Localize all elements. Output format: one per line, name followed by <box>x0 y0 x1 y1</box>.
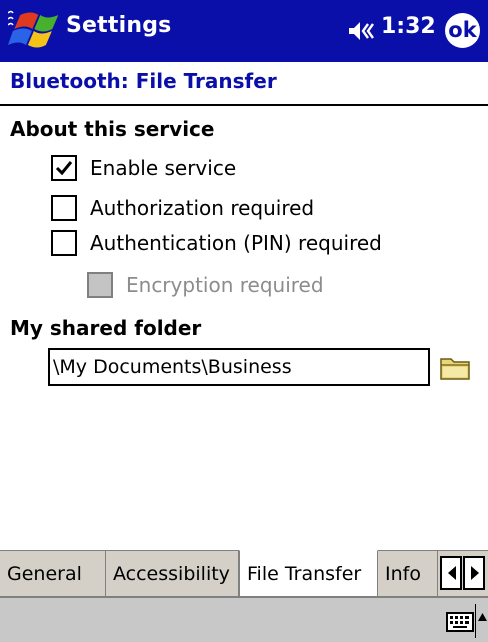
authentication-label[interactable]: Authentication (PIN) required <box>90 230 382 256</box>
clock[interactable]: 1:32 <box>381 14 436 39</box>
scroll-left-icon <box>448 566 456 580</box>
tab-scroll-right-button[interactable] <box>463 556 485 590</box>
tab-file-transfer[interactable]: File Transfer <box>239 550 378 597</box>
speaker-icon[interactable] <box>347 19 375 43</box>
enable-service-checkbox[interactable] <box>51 155 77 181</box>
shared-folder-heading: My shared folder <box>10 316 202 340</box>
input-menu-arrow-icon[interactable] <box>478 613 487 621</box>
encryption-label: Encryption required <box>126 273 324 297</box>
folder-icon[interactable] <box>439 354 473 382</box>
enable-service-label[interactable]: Enable service <box>90 155 236 181</box>
authorization-checkbox[interactable] <box>51 195 77 221</box>
title-bar: Settings 1:32 ok <box>0 0 488 62</box>
tab-scroll-left-button[interactable] <box>440 556 462 590</box>
tab-strip: General Accessibility File Transfer Info <box>0 550 488 597</box>
app-title[interactable]: Settings <box>66 13 171 38</box>
encryption-checkbox <box>87 272 113 298</box>
keyboard-icon[interactable] <box>446 612 474 632</box>
authorization-label[interactable]: Authorization required <box>90 195 314 221</box>
page-title: Bluetooth: File Transfer <box>10 69 277 93</box>
checkmark-icon <box>55 161 73 176</box>
command-bar <box>0 596 488 642</box>
header-divider <box>0 104 488 106</box>
tab-info[interactable]: Info <box>378 551 438 596</box>
tab-general[interactable]: General <box>0 551 106 596</box>
tab-accessibility[interactable]: Accessibility <box>106 551 239 596</box>
about-service-heading: About this service <box>10 117 215 141</box>
input-divider <box>475 604 476 638</box>
scroll-right-icon <box>471 566 479 580</box>
windows-flag-icon[interactable] <box>8 7 58 53</box>
authentication-checkbox[interactable] <box>51 230 77 256</box>
shared-folder-input[interactable] <box>48 348 430 386</box>
ok-button[interactable]: ok <box>445 13 480 48</box>
